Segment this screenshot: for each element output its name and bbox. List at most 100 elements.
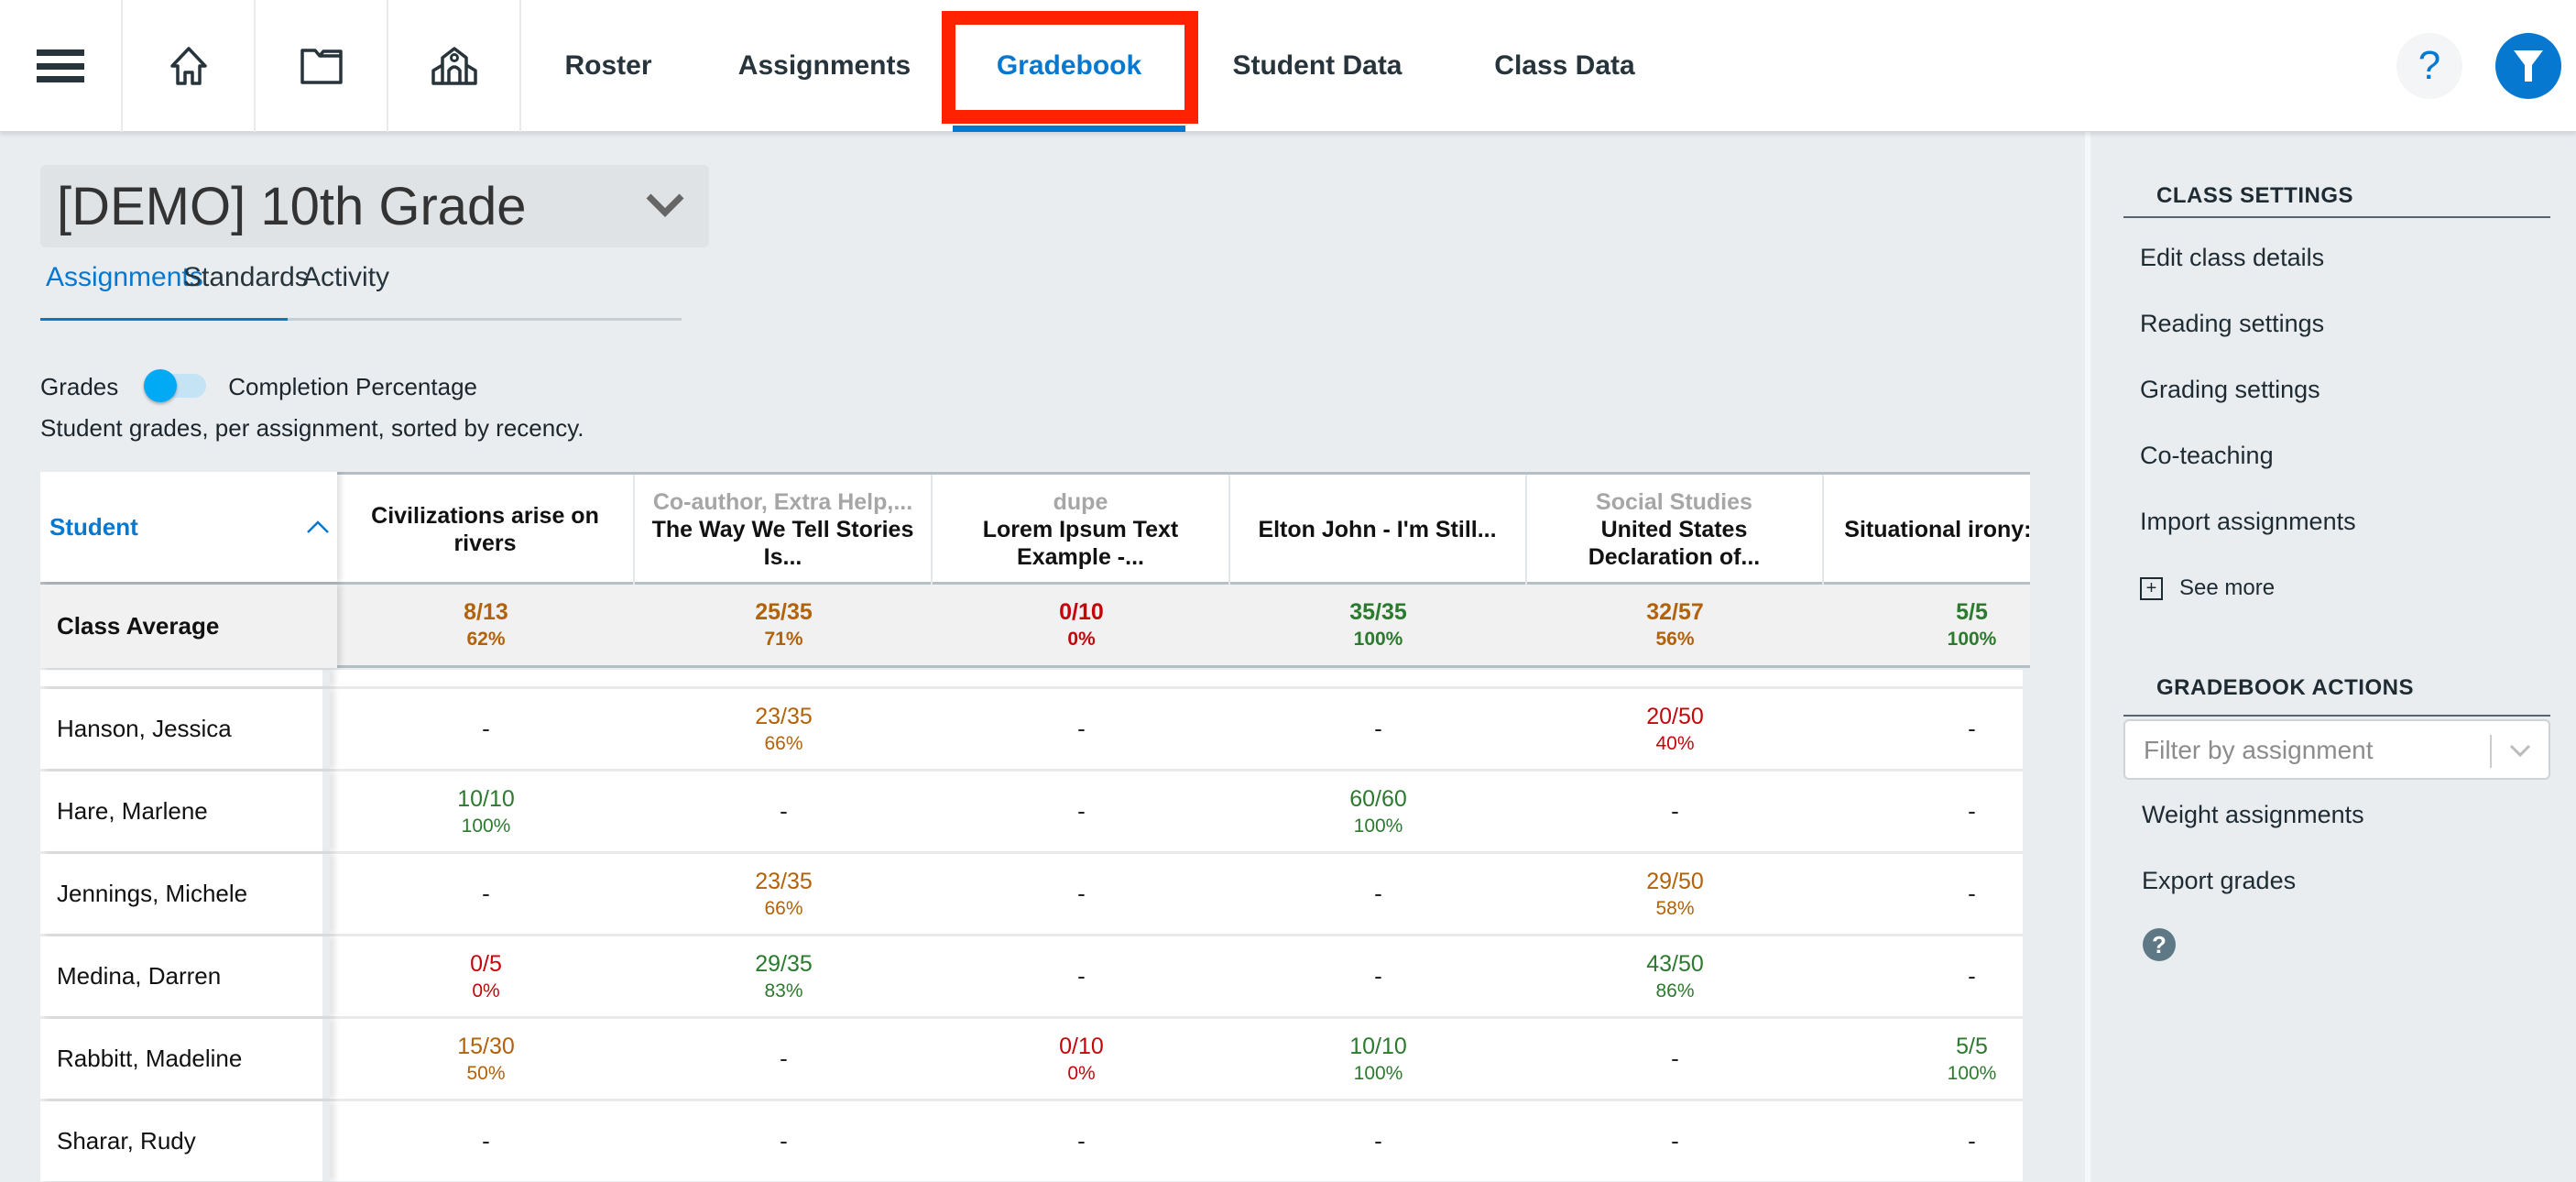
assignment-column-header[interactable]: Elton John - I'm Still... [1229, 475, 1527, 585]
grade-cell[interactable]: - [1229, 936, 1527, 1016]
chevron-down-icon[interactable] [2508, 743, 2532, 758]
grades-completion-toggle-row: Grades Completion Percentage [40, 368, 477, 405]
grade-percent: 58% [1655, 897, 1695, 919]
table-row: Rabbitt, Madeline 15/30 50% - 0/10 0% 10/10 100… [40, 1016, 2023, 1099]
grade-cell[interactable]: - [1229, 854, 1527, 934]
help-button[interactable]: ? [2396, 33, 2462, 99]
grade-cell[interactable]: - [635, 1019, 933, 1099]
grade-cell[interactable]: - [933, 772, 1230, 851]
student-column-header[interactable]: Student [40, 472, 337, 582]
grade-cell[interactable]: - [1526, 1101, 1824, 1181]
student-name[interactable]: Hanson, Jessica [40, 689, 330, 769]
grade-cell[interactable]: - [635, 772, 933, 851]
weight-assignments-link[interactable]: Weight assignments [2142, 801, 2364, 829]
grade-cell[interactable]: - [933, 854, 1230, 934]
export-grades-link[interactable]: Export grades [2142, 867, 2296, 895]
home-icon [169, 47, 207, 85]
nav-tab-roster[interactable]: Roster [535, 0, 682, 132]
empty-grade: - [780, 1045, 788, 1072]
grade-cell[interactable]: 23/35 66% [635, 689, 933, 769]
grade-cell[interactable]: 5/5 100% [1823, 1019, 2030, 1099]
class-settings-heading: CLASS SETTINGS [2156, 183, 2354, 208]
grade-cell[interactable]: - [1823, 854, 2030, 934]
grade-cell[interactable]: 43/50 86% [1526, 936, 1824, 1016]
grade-cell[interactable]: 0/10 0% [933, 1019, 1230, 1099]
chevron-down-icon [646, 193, 684, 217]
folder-button[interactable] [256, 0, 388, 132]
grade-cell[interactable]: - [1823, 1101, 2030, 1181]
assignment-column-header[interactable]: dupe Lorem Ipsum Text Example -... [933, 475, 1230, 585]
grade-cell[interactable]: 20/50 40% [1526, 689, 1824, 769]
assignment-title: The Way We Tell Stories Is... [651, 517, 914, 570]
student-name[interactable]: Jennings, Michele [40, 854, 330, 934]
co-teaching-link[interactable]: Co-teaching [2140, 442, 2274, 470]
grade-cell[interactable]: 0/5 0% [337, 936, 635, 1016]
grade-cell[interactable]: - [1526, 1019, 1824, 1099]
table-body: Hanson, Jessica -23/35 66% - -20/50 40% - Hare,… [40, 670, 2023, 1182]
grade-percent: 0% [1067, 1062, 1096, 1084]
see-more-label: See more [2179, 575, 2276, 600]
menu-button[interactable] [0, 0, 123, 132]
grade-score: 15/30 [457, 1033, 515, 1059]
nav-tab-class-data[interactable]: Class Data [1464, 0, 1665, 132]
grade-cell[interactable]: 29/50 58% [1526, 854, 1824, 934]
nav-tab-gradebook[interactable]: Gradebook [953, 0, 1185, 132]
reading-settings-link[interactable]: Reading settings [2140, 310, 2324, 338]
sort-ascending-icon[interactable] [306, 520, 330, 534]
empty-grade: - [1968, 797, 1976, 825]
grade-cell[interactable]: - [933, 936, 1230, 1016]
grade-cell[interactable]: 60/60 100% [1229, 772, 1527, 851]
help-icon[interactable]: ? [2143, 928, 2176, 961]
assignment-column-header[interactable]: Situational irony: The... [1823, 475, 2030, 585]
assignment-category: Social Studies [1596, 489, 1752, 515]
grade-cell[interactable]: - [1526, 772, 1824, 851]
assignment-title: Elton John - I'm Still... [1258, 517, 1497, 542]
toggle-knob[interactable] [144, 369, 178, 402]
school-button[interactable] [388, 0, 521, 132]
grade-score: 0/5 [470, 950, 502, 977]
grade-cell[interactable]: 10/10 100% [1229, 1019, 1527, 1099]
assignment-column-header[interactable]: Civilizations arise on rivers [337, 475, 635, 585]
grade-cell[interactable]: 10/10 100% [337, 772, 635, 851]
table-row: Hanson, Jessica - 23/35 66% - - 20/50 40% - [40, 686, 2023, 769]
grade-cell[interactable]: 23/35 66% [635, 854, 933, 934]
grade-cell[interactable]: - [337, 1101, 635, 1181]
grade-cell[interactable]: 29/35 83% [635, 936, 933, 1016]
grade-cell[interactable]: - [1229, 1101, 1527, 1181]
average-percent: 71% [764, 629, 803, 650]
nav-tab-assignments[interactable]: Assignments [715, 0, 934, 132]
grade-cell[interactable]: - [1823, 772, 2030, 851]
student-name[interactable]: Rabbitt, Madeline [40, 1019, 330, 1099]
grade-score: 5/5 [1956, 1033, 1988, 1059]
nav-tab-student-data[interactable]: Student Data [1207, 0, 1427, 132]
assignment-column-header[interactable]: Co-author, Extra Help,... The Way We Tell… [635, 475, 933, 585]
see-more-button[interactable]: + See more [2140, 575, 2275, 601]
subtab-standards[interactable]: Standards [183, 262, 309, 293]
grade-cell[interactable]: - [1823, 689, 2030, 769]
grade-cell[interactable]: - [1229, 689, 1527, 769]
grade-cell[interactable]: - [337, 854, 635, 934]
student-name[interactable]: Sharar, Rudy [40, 1101, 330, 1181]
grade-cell[interactable]: - [933, 1101, 1230, 1181]
grading-settings-link[interactable]: Grading settings [2140, 376, 2320, 404]
student-name[interactable]: Medina, Darren [40, 936, 330, 1016]
grade-percent: 50% [466, 1062, 506, 1084]
grade-cell[interactable]: - [337, 689, 635, 769]
grades-completion-toggle[interactable] [144, 368, 208, 405]
empty-grade: - [780, 797, 788, 825]
assignment-column-header[interactable]: Social Studies United States Declaration … [1526, 475, 1824, 585]
grade-cell[interactable]: - [635, 1101, 933, 1181]
edit-class-details-link[interactable]: Edit class details [2140, 244, 2324, 272]
subtab-assignments[interactable]: Assignments [46, 262, 203, 293]
home-button[interactable] [123, 0, 256, 132]
student-name[interactable]: Hare, Marlene [40, 772, 330, 851]
subtab-activity[interactable]: Activity [302, 262, 389, 293]
class-selector[interactable]: [DEMO] 10th Grade [40, 165, 709, 247]
grade-cell[interactable]: - [1823, 936, 2030, 1016]
filter-button[interactable] [2495, 33, 2561, 99]
filter-by-assignment-select[interactable]: Filter by assignment [2123, 719, 2550, 780]
import-assignments-link[interactable]: Import assignments [2140, 508, 2356, 536]
filter-placeholder: Filter by assignment [2144, 736, 2374, 764]
grade-cell[interactable]: - [933, 689, 1230, 769]
grade-cell[interactable]: 15/30 50% [337, 1019, 635, 1099]
